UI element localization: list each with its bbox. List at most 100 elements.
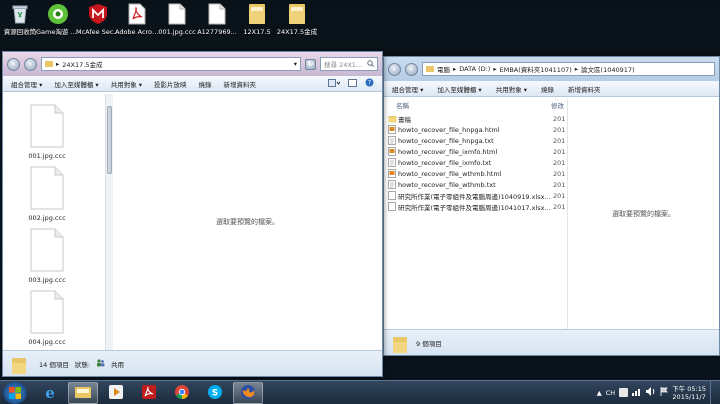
slideshow-button[interactable]: 投影片放映 [154,79,187,89]
file-name: 研究所作業(電子零組件及電腦周邊)1040919.xlsx.ccc [398,192,553,201]
search-input[interactable]: 搜尋 24X1... [320,57,378,71]
state-value: 共用 [111,360,125,369]
file-row[interactable]: howto_recover_file_ixmfo.txt 201 [384,157,567,168]
thumbnail-list: 001.jpg.ccc 002.jpg.ccc 003.jpg.ccc 004.jpg… [17,104,77,350]
breadcrumb-item[interactable]: DATA (D:) [459,65,490,73]
explorer-window-right[interactable]: ‹ › 電腦 ▸ DATA (D:) ▸ EMBA(資料夾1041107) ▸ 論文區… [383,56,720,356]
tray-expand-icon[interactable]: ▲ [597,389,602,397]
column-header-name[interactable]: 名稱 [396,100,551,110]
organize-button[interactable]: 組合管理 ▾ [11,79,42,89]
desktop-icon-folder[interactable]: 24X17.5金成 [277,2,317,48]
file-row[interactable]: howto_recover_file_ixmfo.html 201 [384,146,567,157]
desktop-icon-game[interactable]: Game淘遊 盛大廳 [36,2,80,48]
folder-icon [426,66,434,72]
burn-button[interactable]: 燒錄 [541,84,554,94]
taskbar: e S ▲ CH 下午 05:15 2015/11/7 [0,380,720,404]
network-icon[interactable] [632,387,642,398]
taskbar-ie[interactable]: e [35,382,65,404]
item-count: 9 個項目 [416,339,442,348]
file-row[interactable]: howto_recover_file_wthmb.html 201 [384,168,567,179]
back-button[interactable]: ‹ [388,62,401,76]
breadcrumb-item[interactable]: 論文區(1040917) [581,64,635,74]
share-with-button[interactable]: 共用對象 ▾ [496,84,527,94]
burn-button[interactable]: 燒錄 [199,79,212,89]
status-bar: 9 個項目 [384,329,719,355]
file-date: 201 [553,169,566,178]
file-row[interactable]: howto_recover_file_wthmb.txt 201 [384,179,567,190]
thumbnail-item[interactable]: 004.jpg.ccc [17,290,77,350]
svg-text:S: S [212,388,218,398]
file-row[interactable]: 畫稿 201 [384,113,567,124]
shared-icon [96,358,105,369]
file-date: 201 [553,180,566,189]
file-name: howto_recover_file_ixmfo.html [398,147,498,156]
flag-icon[interactable] [660,387,668,398]
file-name: 畫稿 [398,115,411,124]
forward-button[interactable]: › [405,62,418,76]
breadcrumb-item[interactable]: 24X17.5金成 [62,59,102,69]
back-button[interactable]: ‹ [7,57,20,71]
folder-icon [392,336,408,353]
taskbar-acrobat[interactable] [134,382,164,404]
file-row[interactable]: howto_recover_file_hnpga.html 201 [384,124,567,135]
forward-button[interactable]: › [24,57,37,71]
desktop-icon-recycle-bin[interactable]: 資源回收筒 [1,2,39,48]
address-bar[interactable]: 電腦 ▸ DATA (D:) ▸ EMBA(資料夾1041107) ▸ 論文區(104… [422,62,715,76]
file-row[interactable]: 研究所作業(電子零組件及電腦周邊)1041017.xlsx.ccc 201 [384,201,567,212]
file-name: howto_recover_file_wthmb.txt [398,180,496,189]
language-indicator[interactable]: CH [606,389,615,397]
column-header-date[interactable]: 修改 [551,100,564,110]
start-button[interactable] [3,381,27,404]
desktop-icon-mcafee[interactable]: McAfee Securit... [76,2,120,48]
new-folder-button[interactable]: 新增資料夾 [224,79,257,89]
taskbar-media-player[interactable] [101,382,131,404]
file-row[interactable]: 研究所作業(電子零組件及電腦周邊)1040919.xlsx.ccc 201 [384,190,567,201]
preview-pane-icon[interactable] [348,78,357,89]
vertical-scrollbar[interactable] [105,94,113,350]
thumbnail-item[interactable]: 002.jpg.ccc [17,166,77,228]
taskbar-chrome[interactable] [167,382,197,404]
explorer-window-left[interactable]: ‹ › ▸ 24X17.5金成 ▾ ↻ 搜尋 24X1... 組合管理 ▾ 加入… [2,51,383,377]
add-to-library-button[interactable]: 加入至媒體櫃 ▾ [54,79,98,89]
desktop-icon-file[interactable]: 001.jpg.ccc [158,2,196,48]
clock-time: 下午 05:15 [672,384,706,393]
organize-button[interactable]: 組合管理 ▾ [392,84,423,94]
desktop-icon-label: A1277969... [197,28,237,36]
breadcrumb-item[interactable]: EMBA(資料夾1041107) [500,64,572,74]
address-bar[interactable]: ▸ 24X17.5金成 ▾ [41,57,301,71]
thumbnail-item[interactable]: 001.jpg.ccc [17,104,77,166]
ie-icon: e [45,383,55,402]
file-date: 201 [553,125,566,134]
file-icon [30,166,64,212]
desktop-icon-acrobat[interactable]: Adobe Acrobat... [115,2,159,48]
volume-icon[interactable] [646,387,656,398]
navigation-bar: ‹ › ▸ 24X17.5金成 ▾ ↻ 搜尋 24X1... [3,52,382,76]
new-folder-button[interactable]: 新增資料夾 [568,84,601,94]
file-name: howto_recover_file_hnpga.html [398,125,500,134]
ime-icon[interactable] [619,388,629,397]
folder-icon [388,115,398,123]
acrobat-icon [141,384,157,402]
refresh-button[interactable]: ↻ [305,58,316,70]
chrome-icon [174,384,190,402]
desktop-icon-folder[interactable]: 12X17.5 [238,2,276,48]
taskbar-explorer[interactable] [68,381,98,404]
add-to-library-button[interactable]: 加入至媒體櫃 ▾ [437,84,481,94]
desktop-icon-file[interactable]: A1277969... [197,2,237,48]
file-row[interactable]: howto_recover_file_hnpga.txt 201 [384,135,567,146]
file-date: 201 [553,202,566,211]
command-bar: 組合管理 ▾ 加入至媒體櫃 ▾ 共用對象 ▾ 燒錄 新增資料夾 [384,81,719,97]
clock[interactable]: 下午 05:15 2015/11/7 [672,385,706,401]
show-desktop-button[interactable] [710,380,716,404]
breadcrumb-item[interactable]: 電腦 [437,64,450,74]
media-player-icon [108,384,124,402]
chevron-down-icon[interactable]: ▾ [294,60,297,68]
taskbar-firefox[interactable] [233,381,263,404]
help-icon[interactable]: ? [365,78,374,89]
view-mode-icon[interactable] [328,78,341,89]
taskbar-skype[interactable]: S [200,382,230,404]
scrollbar-thumb[interactable] [107,106,112,174]
share-with-button[interactable]: 共用對象 ▾ [111,79,142,89]
file-list: 畫稿 201 howto_recover_file_hnpga.html 201 how… [384,113,567,212]
thumbnail-item[interactable]: 003.jpg.ccc [17,228,77,290]
